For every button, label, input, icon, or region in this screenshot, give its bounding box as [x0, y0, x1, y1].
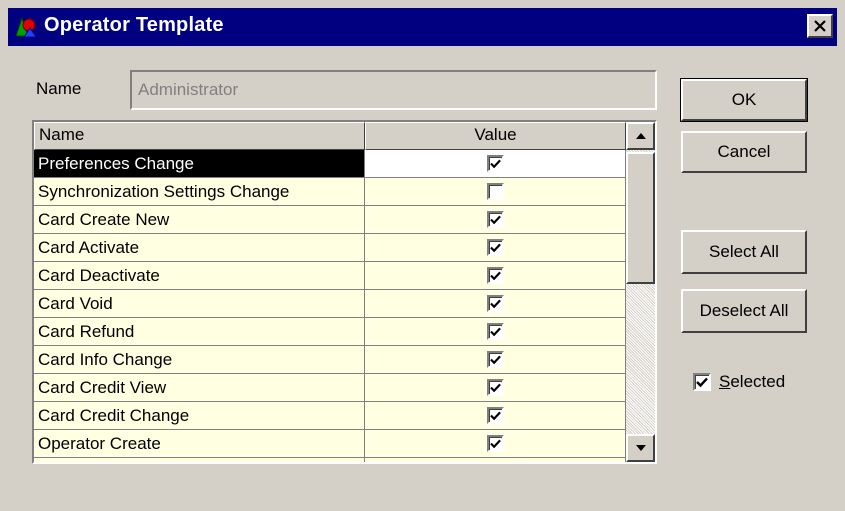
arrow-down-icon — [635, 445, 646, 451]
scroll-thumb[interactable] — [626, 152, 655, 284]
table-row[interactable]: Card Info Change — [34, 346, 626, 374]
permissions-grid[interactable]: Name Value Preferences Change Synchroniza… — [32, 120, 657, 464]
table-row[interactable]: Operator Delete — [34, 458, 626, 464]
row-name-cell[interactable]: Synchronization Settings Change — [34, 178, 365, 206]
cancel-button[interactable]: Cancel — [681, 131, 807, 173]
permission-checkbox[interactable] — [486, 379, 504, 396]
checkmark-icon — [489, 159, 501, 168]
selected-checkbox-label: Selected — [719, 372, 785, 392]
checkmark-icon — [489, 271, 501, 280]
row-name-cell[interactable]: Preferences Change — [34, 150, 365, 178]
row-value-cell[interactable] — [365, 318, 626, 346]
table-row[interactable]: Operator Create — [34, 430, 626, 458]
column-header-name[interactable]: Name — [34, 122, 365, 150]
row-value-cell[interactable] — [365, 346, 626, 374]
row-value-cell[interactable] — [365, 430, 626, 458]
permission-checkbox[interactable] — [486, 351, 504, 368]
permission-checkbox[interactable] — [486, 267, 504, 284]
permission-checkbox[interactable] — [486, 239, 504, 256]
table-row[interactable]: Synchronization Settings Change — [34, 178, 626, 206]
selected-checkbox[interactable]: Selected — [693, 372, 785, 392]
grid-content: Name Value Preferences Change Synchroniza… — [34, 122, 626, 464]
permission-checkbox[interactable] — [486, 211, 504, 228]
app-icon — [15, 16, 37, 38]
row-name-cell[interactable]: Card Create New — [34, 206, 365, 234]
name-label: Name — [36, 79, 82, 98]
name-input[interactable] — [130, 70, 657, 110]
row-name-cell[interactable]: Operator Create — [34, 430, 365, 458]
row-value-cell[interactable] — [365, 206, 626, 234]
checkmark-icon — [489, 299, 501, 308]
window-title: Operator Template — [44, 14, 224, 36]
row-name-cell[interactable]: Card Credit View — [34, 374, 365, 402]
row-value-cell[interactable] — [365, 262, 626, 290]
close-button[interactable] — [807, 14, 833, 38]
row-value-cell[interactable] — [365, 178, 626, 206]
table-row[interactable]: Card Activate — [34, 234, 626, 262]
permission-checkbox[interactable] — [486, 183, 504, 200]
row-name-cell[interactable]: Card Activate — [34, 234, 365, 262]
row-value-cell[interactable] — [365, 290, 626, 318]
permission-checkbox[interactable] — [486, 323, 504, 340]
table-row[interactable]: Card Create New — [34, 206, 626, 234]
row-value-cell[interactable] — [365, 458, 626, 464]
title-bar[interactable]: Operator Template — [8, 8, 837, 46]
table-row[interactable]: Card Void — [34, 290, 626, 318]
column-header-value[interactable]: Value — [365, 122, 626, 150]
permission-checkbox[interactable] — [487, 463, 504, 464]
row-name-cell[interactable]: Card Refund — [34, 318, 365, 346]
operator-template-dialog: Operator Template Name Name Value Prefer… — [0, 0, 845, 511]
table-row[interactable]: Card Credit Change — [34, 402, 626, 430]
selected-checkbox-box[interactable] — [693, 373, 711, 391]
selected-label-mnemonic: S — [719, 372, 731, 391]
grid-header: Name Value — [34, 122, 626, 150]
selected-label-rest: elected — [730, 372, 786, 391]
select-all-button[interactable]: Select All — [681, 230, 807, 274]
scroll-down-button[interactable] — [626, 434, 655, 462]
checkmark-icon — [489, 355, 501, 364]
close-icon — [814, 20, 826, 32]
row-value-cell[interactable] — [365, 234, 626, 262]
table-row[interactable]: Card Deactivate — [34, 262, 626, 290]
table-row[interactable]: Preferences Change — [34, 150, 626, 178]
row-name-cell[interactable]: Card Deactivate — [34, 262, 365, 290]
checkmark-icon — [696, 377, 708, 387]
vertical-scrollbar[interactable] — [626, 122, 655, 462]
scroll-up-button[interactable] — [626, 122, 655, 150]
row-value-cell[interactable] — [365, 374, 626, 402]
row-name-cell[interactable]: Card Info Change — [34, 346, 365, 374]
arrow-up-icon — [635, 133, 646, 139]
permission-checkbox[interactable] — [486, 155, 504, 172]
checkmark-icon — [489, 439, 501, 448]
permission-checkbox[interactable] — [486, 407, 504, 424]
checkmark-icon — [489, 383, 501, 392]
deselect-all-button[interactable]: Deselect All — [681, 289, 807, 333]
permission-checkbox[interactable] — [486, 295, 504, 312]
checkmark-icon — [489, 411, 501, 420]
checkmark-icon — [489, 215, 501, 224]
row-name-cell[interactable]: Card Credit Change — [34, 402, 365, 430]
grid-rows: Preferences Change Synchronization Settin… — [34, 150, 626, 464]
permission-checkbox[interactable] — [486, 435, 504, 452]
row-name-cell[interactable]: Card Void — [34, 290, 365, 318]
ok-button[interactable]: OK — [680, 78, 808, 122]
checkmark-icon — [489, 243, 501, 252]
row-value-cell[interactable] — [365, 150, 626, 178]
table-row[interactable]: Card Credit View — [34, 374, 626, 402]
table-row[interactable]: Card Refund — [34, 318, 626, 346]
row-name-cell[interactable]: Operator Delete — [34, 458, 365, 462]
row-value-cell[interactable] — [365, 402, 626, 430]
checkmark-icon — [489, 327, 501, 336]
